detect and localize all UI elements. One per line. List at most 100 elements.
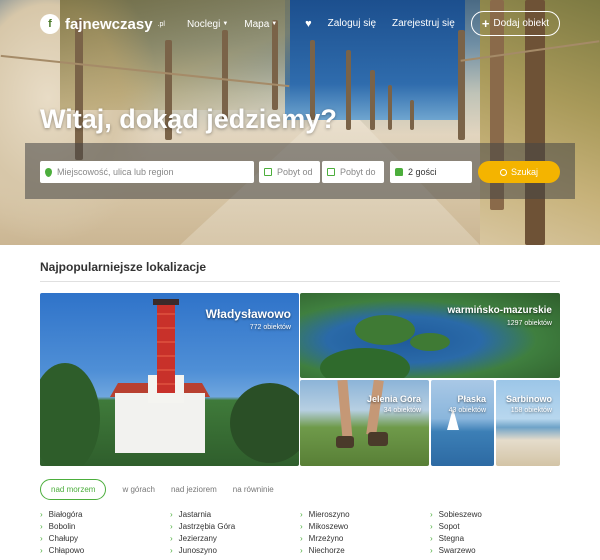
- location-link[interactable]: › Jastrzębia Góra: [170, 520, 300, 532]
- chevron-right-icon: ›: [170, 533, 173, 543]
- add-listing-button[interactable]: + Dodaj obiekt: [470, 11, 560, 36]
- pin-icon: [45, 167, 52, 177]
- location-link[interactable]: › Swarzewo: [430, 544, 560, 556]
- location-link[interactable]: › Niechorze: [300, 544, 430, 556]
- location-link[interactable]: › Mrzeżyno: [300, 532, 430, 544]
- logo-icon: f: [40, 14, 60, 34]
- chevron-right-icon: ›: [40, 509, 43, 519]
- tab-nad-jeziorem[interactable]: nad jeziorem: [171, 485, 217, 494]
- lighthouse-lantern-image: [153, 299, 179, 305]
- island-image: [355, 315, 415, 345]
- fence-post: [410, 100, 414, 130]
- tile-count: 772 obiektów: [249, 324, 291, 331]
- tile-name: Władysławowo: [205, 307, 291, 321]
- location-list: › Białogóra › Bobolin › Chałupy › Chłapowo ›…: [40, 508, 560, 556]
- lighthouse-tower-image: [157, 301, 175, 393]
- date-from-input[interactable]: Pobyt od: [259, 161, 320, 183]
- tile-name: Sarbinowo: [505, 394, 552, 404]
- location-link[interactable]: › Białogóra: [40, 508, 170, 520]
- location-label: Białogóra: [48, 509, 83, 519]
- tile-name: Jelenia Góra: [366, 394, 421, 404]
- section-divider: [40, 281, 560, 282]
- location-label: Niechorze: [308, 545, 345, 555]
- tile-warminsko-mazurskie[interactable]: warmińsko-mazurskie 1297 obiektów: [300, 293, 560, 378]
- tile-count: 34 obiektów: [383, 407, 421, 414]
- location-link[interactable]: › Chałupy: [40, 532, 170, 544]
- chevron-right-icon: ›: [300, 521, 303, 531]
- location-link[interactable]: › Jastarnia: [170, 508, 300, 520]
- date-to-placeholder: Pobyt do: [340, 167, 376, 177]
- login-link[interactable]: Zaloguj się: [328, 18, 376, 29]
- chevron-right-icon: ›: [300, 533, 303, 543]
- chevron-right-icon: ›: [430, 533, 433, 543]
- hero-title: Witaj, dokąd jedziemy?: [40, 104, 337, 134]
- tile-name: warmińsko-mazurskie: [447, 305, 553, 316]
- location-link[interactable]: › Mieroszyno: [300, 508, 430, 520]
- location-label: Sopot: [438, 521, 460, 531]
- nav-mapa-label: Mapa: [244, 18, 270, 30]
- tile-wladyslawowo[interactable]: Władysławowo 772 obiektów: [40, 293, 299, 466]
- fence-post: [388, 85, 392, 130]
- location-label: Stegna: [438, 533, 465, 543]
- tab-na-rowninie[interactable]: na równinie: [233, 485, 274, 494]
- chevron-right-icon: ›: [430, 509, 433, 519]
- tab-w-gorach[interactable]: w górach: [122, 485, 154, 494]
- location-link[interactable]: › Bobolin: [40, 520, 170, 532]
- search-icon: [499, 168, 507, 176]
- location-link[interactable]: › Stegna: [430, 532, 560, 544]
- user-icon: [395, 168, 403, 176]
- site-logo[interactable]: f fajnewczasy .pl: [40, 14, 165, 34]
- section-title: Najpopularniejsze lokalizacje: [40, 260, 207, 274]
- location-label: Mikoszewo: [308, 521, 349, 531]
- search-button-label: Szukaj: [510, 167, 538, 177]
- location-label: Chłapowo: [48, 545, 85, 555]
- account-navigation: ♥ Zaloguj się Zarejestruj się + Dodaj ob…: [305, 11, 560, 36]
- location-input[interactable]: Miejscowość, ulica lub region: [40, 161, 254, 183]
- heart-icon[interactable]: ♥: [305, 18, 312, 30]
- fence-post: [346, 50, 351, 130]
- hiker-leg-image: [337, 380, 353, 441]
- hiker-leg-image: [366, 380, 384, 436]
- region-tabs: nad morzem w górach nad jeziorem na równ…: [40, 479, 274, 500]
- chevron-right-icon: ›: [430, 545, 433, 555]
- calendar-icon: [327, 168, 335, 176]
- nav-mapa[interactable]: Mapa ▼: [244, 19, 277, 30]
- add-listing-label: Dodaj obiekt: [493, 18, 549, 29]
- location-label: Mrzeżyno: [308, 533, 344, 543]
- chevron-down-icon: ▼: [271, 21, 278, 27]
- nav-noclegi[interactable]: Noclegi ▼: [187, 19, 228, 30]
- location-link[interactable]: › Jezierzany: [170, 532, 300, 544]
- location-label: Mieroszyno: [308, 509, 350, 519]
- location-label: Chałupy: [48, 533, 79, 543]
- guests-select[interactable]: 2 gości: [390, 161, 472, 183]
- location-label: Sobieszewo: [438, 509, 482, 519]
- chevron-right-icon: ›: [300, 545, 303, 555]
- tile-sarbinowo[interactable]: Sarbinowo 158 obiektów: [496, 380, 560, 466]
- location-label: Jastarnia: [178, 509, 212, 519]
- location-link[interactable]: › Sopot: [430, 520, 560, 532]
- tree-image: [230, 383, 299, 463]
- hiker-boot-image: [368, 432, 388, 446]
- tile-plaska[interactable]: Płaska 43 obiektów: [431, 380, 494, 466]
- date-to-input[interactable]: Pobyt do: [322, 161, 384, 183]
- chevron-right-icon: ›: [430, 521, 433, 531]
- island-image: [320, 348, 410, 378]
- location-link[interactable]: › Mikoszewo: [300, 520, 430, 532]
- location-link[interactable]: › Chłapowo: [40, 544, 170, 556]
- location-column: › Mieroszyno › Mikoszewo › Mrzeżyno › Niecho…: [300, 508, 430, 556]
- location-column: › Jastarnia › Jastrzębia Góra › Jezierzany …: [170, 508, 300, 556]
- search-button[interactable]: Szukaj: [478, 161, 560, 183]
- location-placeholder: Miejscowość, ulica lub region: [57, 167, 174, 177]
- hiker-boot-image: [336, 436, 354, 448]
- tile-count: 158 obiektów: [510, 407, 552, 414]
- location-link[interactable]: › Junoszyno: [170, 544, 300, 556]
- location-link[interactable]: › Sobieszewo: [430, 508, 560, 520]
- tab-nad-morzem[interactable]: nad morzem: [40, 479, 107, 500]
- tile-jelenia-gora[interactable]: Jelenia Góra 34 obiektów: [300, 380, 429, 466]
- hero-banner: f fajnewczasy .pl Noclegi ▼ Mapa ▼ ♥ Zalo…: [0, 0, 600, 245]
- chevron-right-icon: ›: [170, 509, 173, 519]
- register-link[interactable]: Zarejestruj się: [392, 18, 455, 29]
- chevron-right-icon: ›: [170, 521, 173, 531]
- nav-noclegi-label: Noclegi: [186, 18, 221, 30]
- location-label: Junoszyno: [178, 545, 217, 555]
